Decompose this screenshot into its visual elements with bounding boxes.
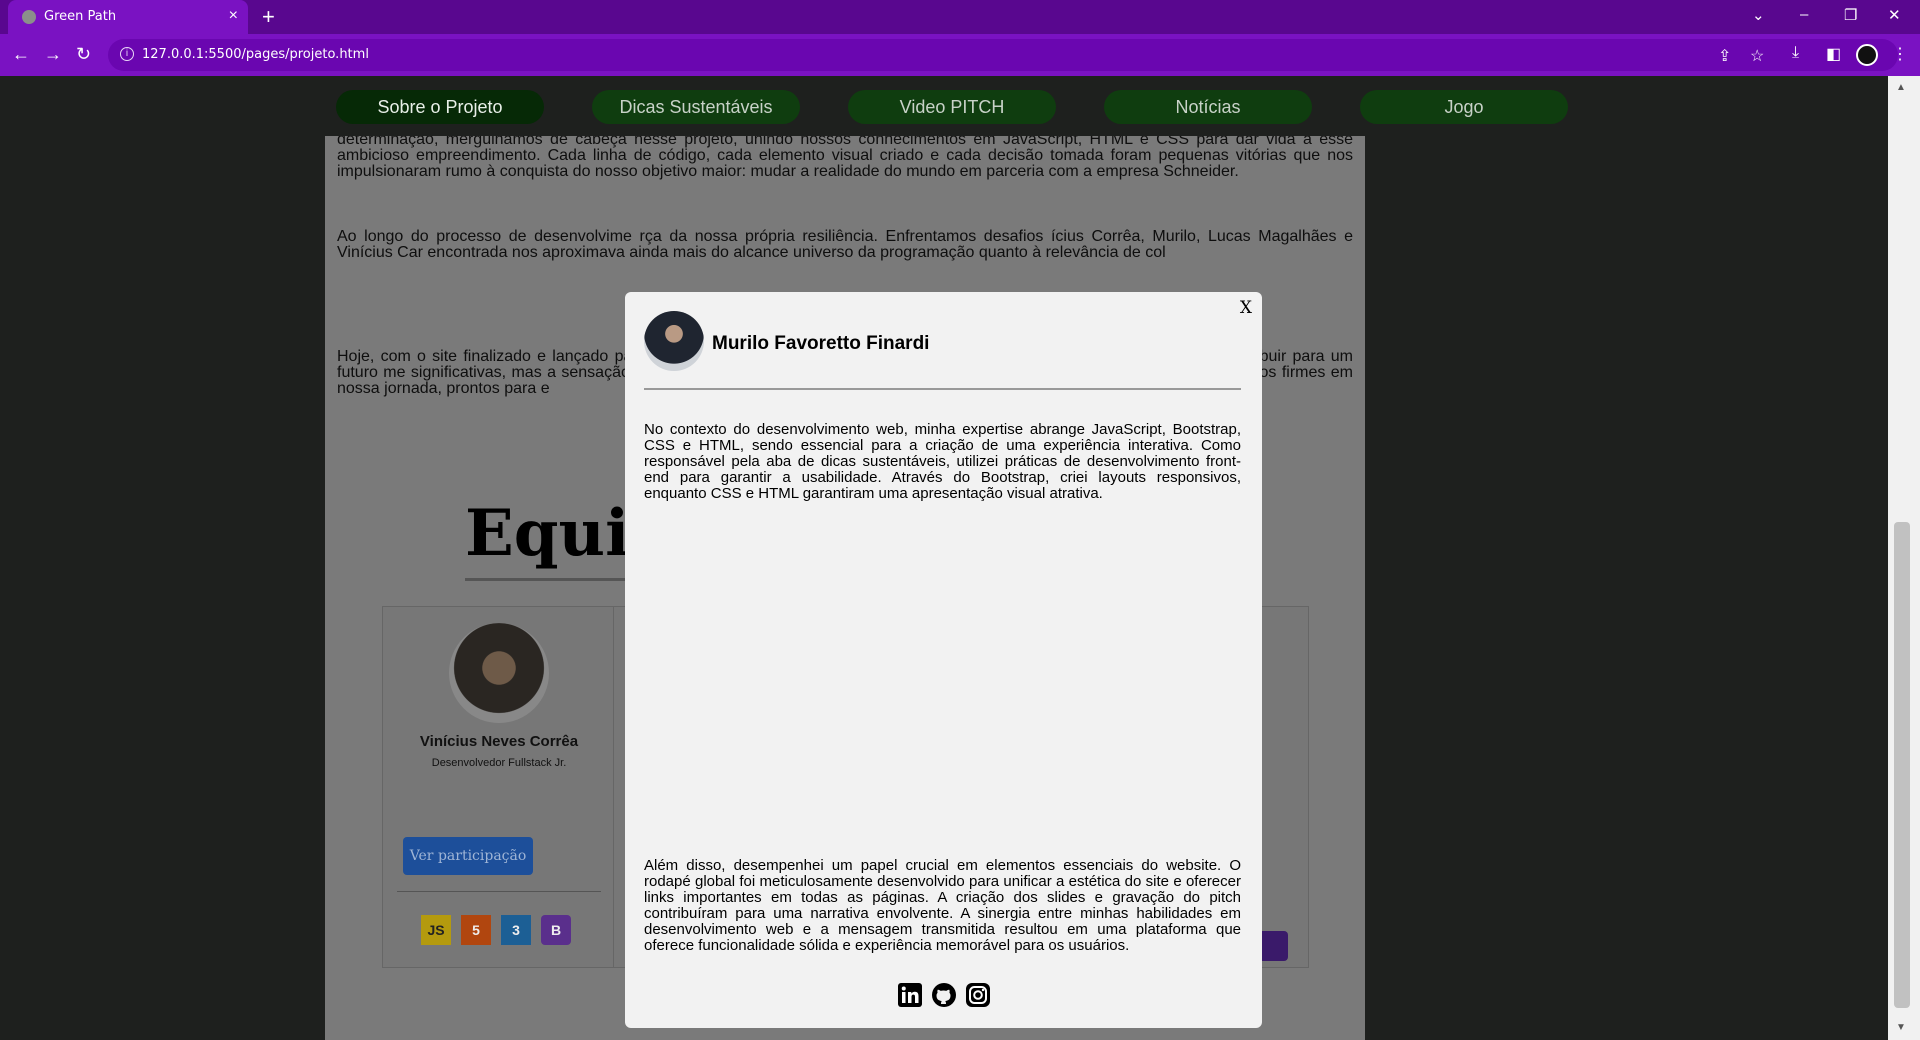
nav-video-pitch[interactable]: Video PITCH (848, 90, 1056, 124)
team-member-role: Desenvolvedor Fullstack Jr. (431, 757, 567, 769)
card-divider (397, 891, 601, 892)
bookmark-star-icon[interactable]: ☆ (1750, 46, 1764, 66)
team-member-name: Vinícius Neves Corrêa (419, 733, 579, 750)
scroll-down-icon[interactable]: ▼ (1896, 1022, 1906, 1033)
back-icon[interactable]: ← (12, 44, 30, 65)
javascript-icon: JS (421, 915, 451, 945)
browser-toolbar: ← → ↻ i 127.0.0.1:5500/pages/projeto.htm… (0, 34, 1920, 76)
address-bar[interactable]: i 127.0.0.1:5500/pages/projeto.html ⇪ ☆ (108, 39, 1898, 71)
window-close-icon[interactable]: ✕ (1888, 6, 1901, 24)
nav-dicas-sustentaveis[interactable]: Dicas Sustentáveis (592, 90, 800, 124)
profile-avatar[interactable] (1856, 44, 1878, 66)
scroll-up-icon[interactable]: ▲ (1896, 82, 1906, 93)
side-panel-icon[interactable]: ◧ (1826, 44, 1841, 64)
favicon-icon (22, 10, 36, 24)
download-icon[interactable]: ⤓ (1792, 44, 1799, 62)
browser-tab[interactable]: Green Path × (8, 0, 248, 34)
team-card: Vinícius Neves Corrêa Desenvolvedor Full… (382, 606, 614, 968)
menu-icon[interactable]: ⋮ (1892, 44, 1908, 64)
restore-icon[interactable]: ❐ (1844, 6, 1857, 24)
linkedin-icon[interactable] (897, 982, 923, 1008)
nav-noticias[interactable]: Notícias (1104, 90, 1312, 124)
tab-close-button[interactable]: × (229, 7, 238, 25)
member-name: Murilo Favoretto Finardi (712, 333, 930, 354)
page-viewport: determinação, mergulhamos de cabeça ness… (0, 76, 1888, 1040)
modal-close-button[interactable]: X (1240, 298, 1252, 318)
share-icon[interactable]: ⇪ (1718, 46, 1731, 66)
vertical-scrollbar[interactable]: ▲ ▼ (1888, 76, 1920, 1040)
tab-title: Green Path (44, 9, 117, 24)
project-paragraph-2: Ao longo do processo de desenvolvime rça… (337, 228, 1353, 261)
github-icon[interactable] (931, 982, 957, 1008)
browser-tab-bar: Green Path × + ⌄ – ❐ ✕ (0, 0, 1920, 34)
modal-divider (644, 388, 1241, 390)
member-description-2: Além disso, desempenhei um papel crucial… (644, 857, 1241, 954)
new-tab-button[interactable]: + (262, 4, 275, 30)
tab-search-icon[interactable]: ⌄ (1752, 6, 1765, 24)
site-navbar: Sobre o Projeto Dicas Sustentáveis Video… (0, 76, 1888, 136)
member-description-1: No contexto do desenvolvimento web, minh… (644, 421, 1241, 502)
reload-icon[interactable]: ↻ (76, 44, 91, 65)
site-info-icon[interactable]: i (120, 47, 134, 61)
css3-icon: 3 (501, 915, 531, 945)
ver-participacao-button[interactable]: Ver participação (403, 837, 533, 875)
scrollbar-thumb[interactable] (1894, 522, 1910, 1008)
bootstrap-icon: B (541, 915, 571, 945)
minimize-icon[interactable]: – (1800, 6, 1808, 23)
nav-sobre-o-projeto[interactable]: Sobre o Projeto (336, 90, 544, 124)
member-avatar (644, 311, 704, 371)
team-member-photo (449, 623, 549, 723)
url-text[interactable]: 127.0.0.1:5500/pages/projeto.html (142, 47, 369, 62)
social-links (897, 982, 993, 1010)
nav-jogo[interactable]: Jogo (1360, 90, 1568, 124)
html5-icon: 5 (461, 915, 491, 945)
instagram-icon[interactable] (965, 982, 991, 1008)
project-paragraph-1: determinação, mergulhamos de cabeça ness… (337, 131, 1353, 180)
forward-icon[interactable]: → (44, 44, 62, 65)
member-modal: X Murilo Favoretto Finardi No contexto d… (625, 292, 1262, 1028)
